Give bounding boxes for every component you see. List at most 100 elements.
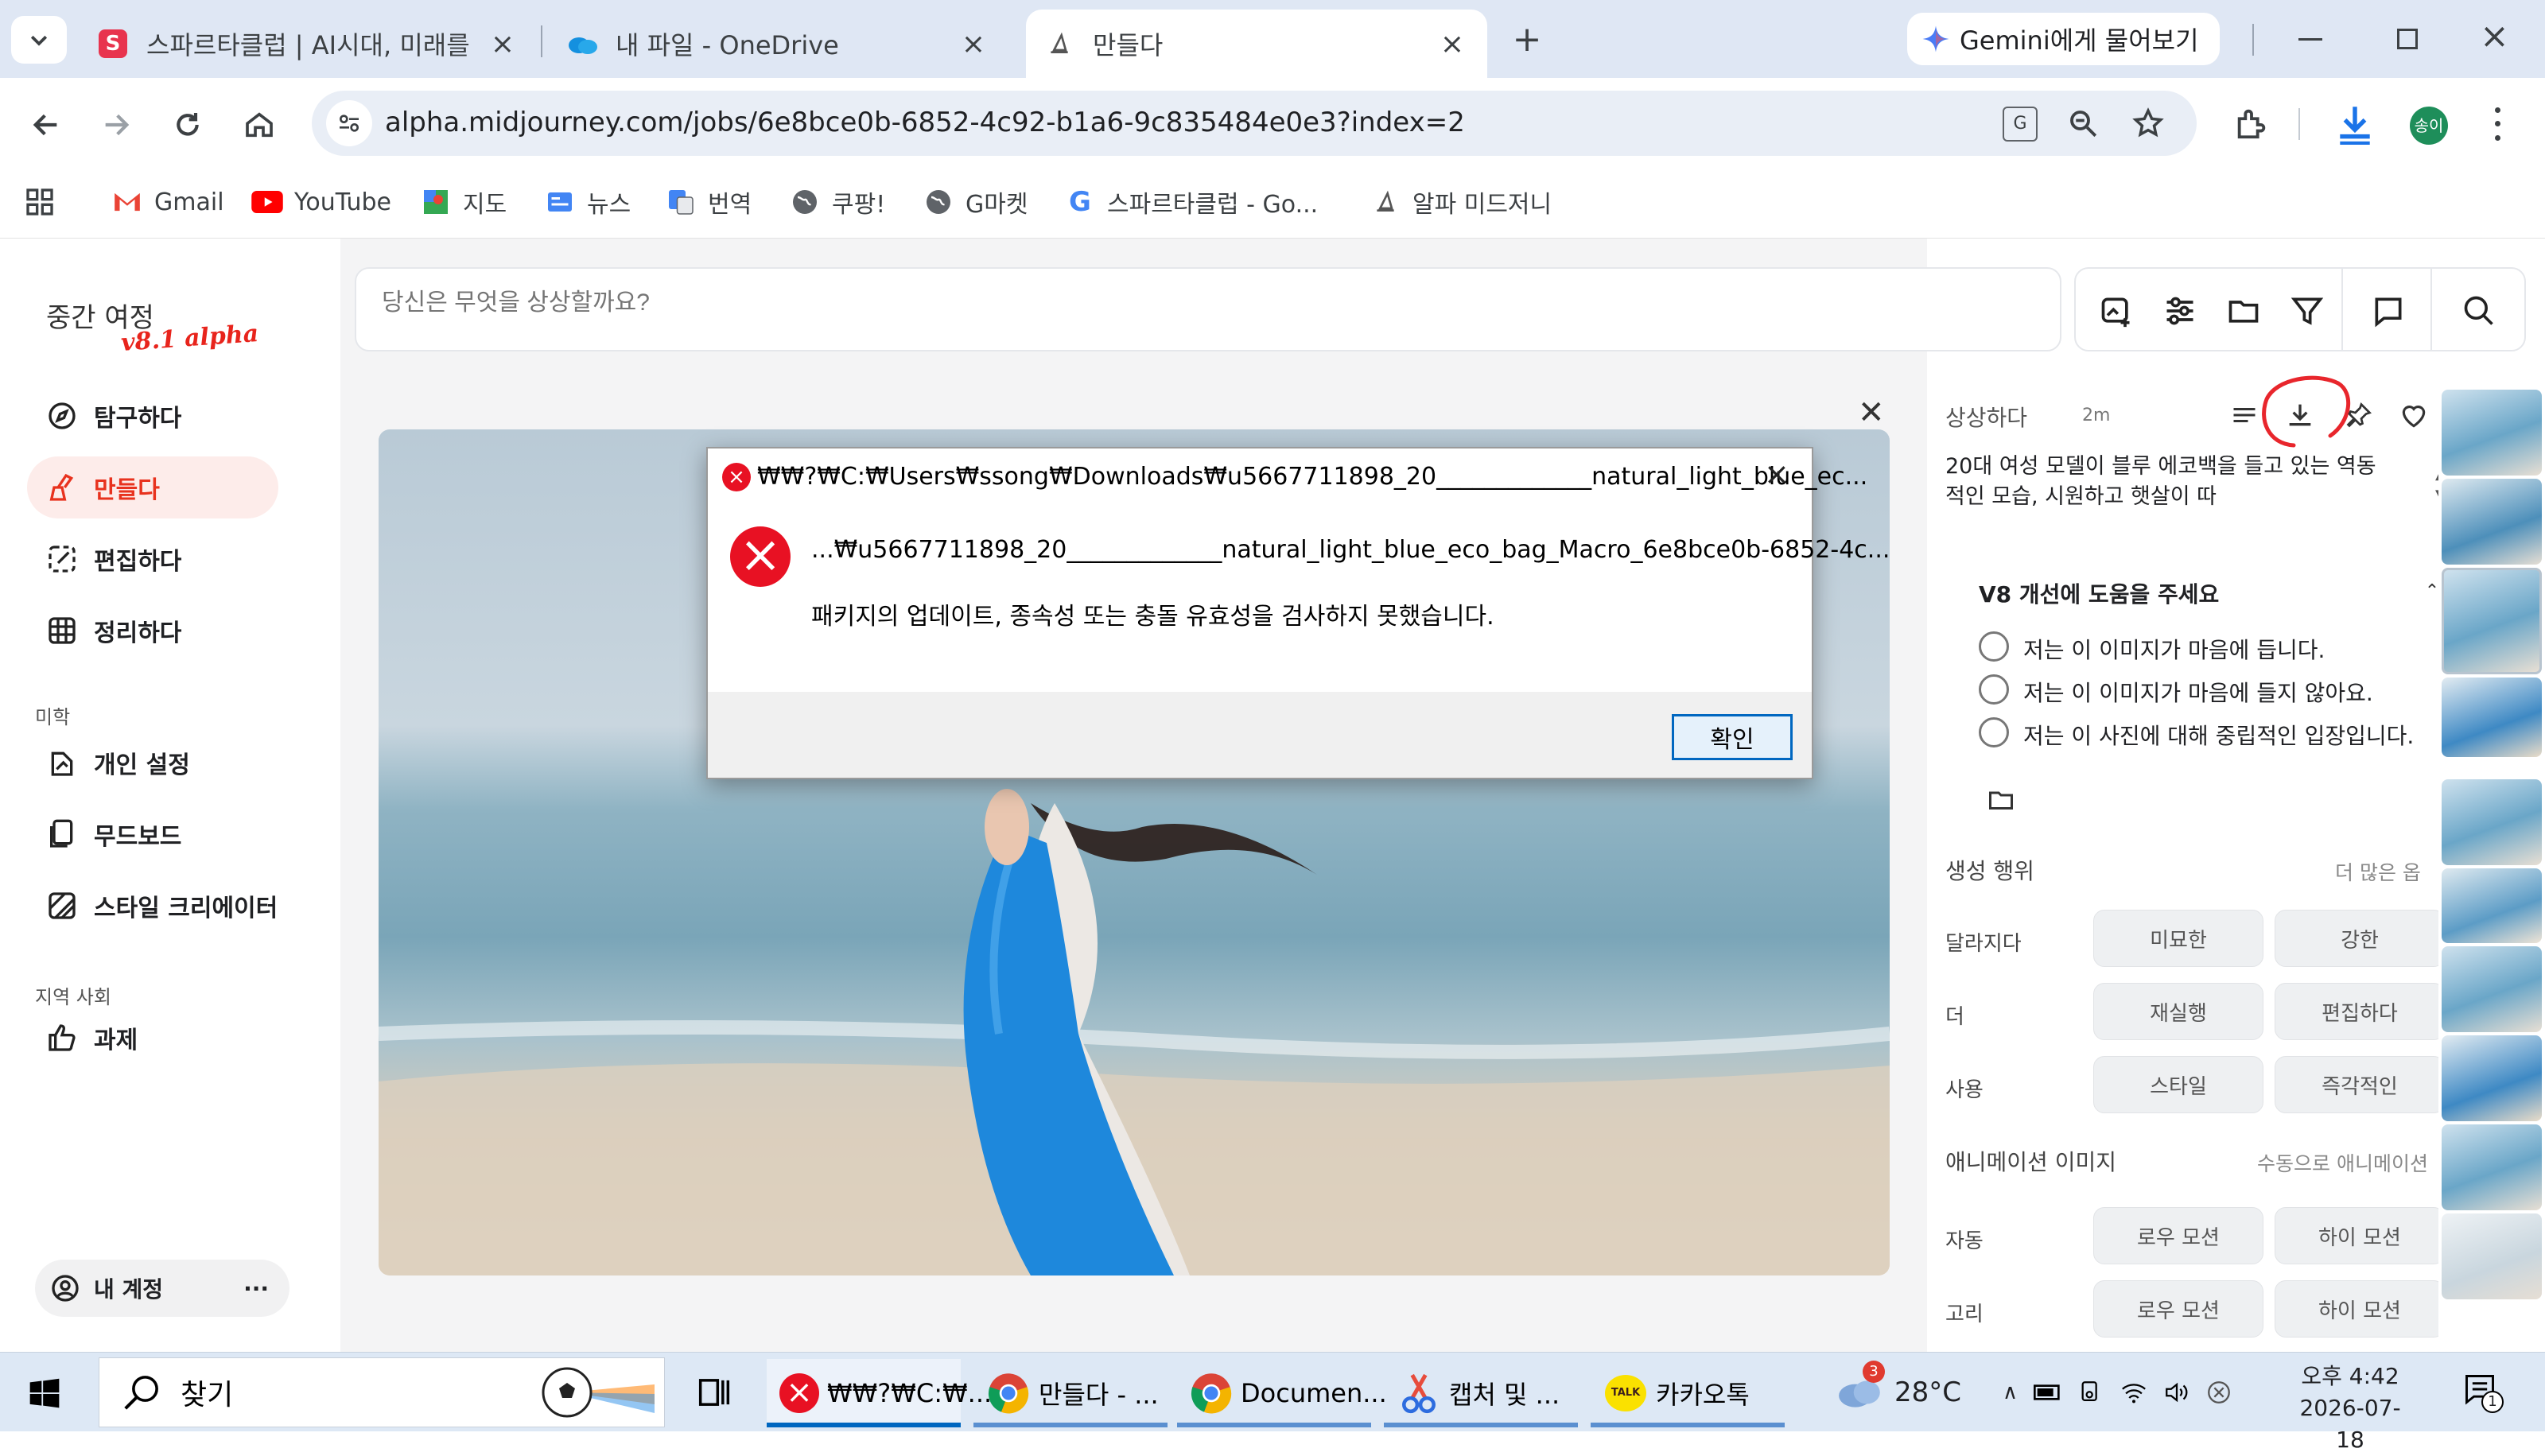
close-tab-icon[interactable]: × <box>958 28 989 60</box>
tab-midjourney[interactable]: 만들다 × <box>1026 10 1487 78</box>
nav-style-creator[interactable]: 스타일 크리에이터 <box>27 875 313 937</box>
close-tab-icon[interactable]: × <box>487 28 519 60</box>
tab-onedrive[interactable]: 내 파일 - OneDrive × <box>549 10 1008 78</box>
close-tab-icon[interactable]: × <box>1436 28 1468 60</box>
more-dots-icon[interactable]: ··· <box>243 1275 269 1302</box>
profile-avatar[interactable]: 송이 <box>2410 107 2448 145</box>
restore-button[interactable] <box>2397 29 2418 49</box>
bookmark-news[interactable]: 뉴스 <box>544 183 631 221</box>
home-button[interactable] <box>234 99 285 150</box>
url-text[interactable]: alpha.midjourney.com/jobs/6e8bce0b-6852-… <box>385 107 1465 138</box>
extensions-icon[interactable] <box>2233 105 2270 142</box>
apps-grid-icon[interactable] <box>24 186 56 218</box>
folder-button[interactable] <box>2222 289 2265 332</box>
radio-neutral[interactable] <box>1979 717 2009 747</box>
tab-search-button[interactable] <box>11 16 67 64</box>
dialog-message: 패키지의 업데이트, 종속성 또는 충돌 유효성을 검사하지 못했습니다. <box>811 603 1494 631</box>
nav-tasks[interactable]: 과제 <box>27 1007 278 1069</box>
thumbnail[interactable] <box>2442 1035 2542 1121</box>
start-button[interactable] <box>27 1376 62 1411</box>
bookmark-gmarket[interactable]: G마켓 <box>923 183 1028 221</box>
radio-like[interactable] <box>1979 631 2009 662</box>
thumbnail[interactable] <box>2442 946 2542 1032</box>
notification-button[interactable]: 1 <box>2462 1372 2504 1413</box>
zoom-icon[interactable] <box>2066 107 2100 140</box>
thumbnail[interactable] <box>2442 1124 2542 1210</box>
use-style-button[interactable]: 스타일 <box>2093 1056 2263 1113</box>
vary-strong-button[interactable]: 강한 <box>2275 910 2445 967</box>
task-view-icon[interactable] <box>694 1372 735 1413</box>
thumbnail[interactable] <box>2442 868 2542 943</box>
chat-button[interactable] <box>2367 289 2410 332</box>
account-button[interactable]: 내 계정 ··· <box>35 1260 289 1317</box>
nav-organize[interactable]: 정리하다 <box>27 600 278 662</box>
chevron-up-icon[interactable]: ∧ <box>2003 1380 2018 1404</box>
nav-explore[interactable]: 탐구하다 <box>27 385 278 447</box>
bookmark-spartaclub-google[interactable]: G 스파르타클럽 - Go... <box>1064 183 1318 221</box>
taskbar-chrome-document[interactable]: Documen... <box>1177 1359 1387 1427</box>
thumbnail[interactable] <box>2442 479 2542 565</box>
image-prompt-button[interactable] <box>2095 289 2138 332</box>
browser-menu-icon[interactable] <box>2489 103 2505 145</box>
thumbnail[interactable] <box>2442 678 2542 757</box>
site-info-button[interactable] <box>326 100 372 146</box>
prompt-input[interactable] <box>382 289 1893 316</box>
taskbar-chrome-midjourney[interactable]: 만들다 - ... <box>973 1359 1168 1427</box>
minimize-button[interactable] <box>2298 38 2322 41</box>
thumbnail[interactable] <box>2442 568 2542 674</box>
translate-icon[interactable]: G <box>2003 107 2038 142</box>
auto-high-motion-button[interactable]: 하이 모션 <box>2275 1207 2445 1264</box>
auto-low-motion-button[interactable]: 로우 모션 <box>2093 1207 2263 1264</box>
close-viewer-button[interactable]: ✕ <box>1858 394 1885 431</box>
dialog-close-button[interactable]: × <box>1764 456 1789 491</box>
bookmark-maps[interactable]: 지도 <box>420 183 507 221</box>
bookmark-youtube[interactable]: YouTube <box>251 183 391 221</box>
address-bar[interactable]: alpha.midjourney.com/jobs/6e8bce0b-6852-… <box>312 91 2197 156</box>
ok-button[interactable]: 확인 <box>1672 714 1793 760</box>
thumbnail[interactable] <box>2442 390 2542 476</box>
thumbnail[interactable] <box>2442 1213 2542 1299</box>
bookmark-gmail[interactable]: Gmail <box>111 183 224 221</box>
prompt-text[interactable]: 20대 여성 모델이 블루 에코백을 들고 있는 역동적인 모습, 시원하고 햇… <box>1945 452 2391 511</box>
forward-button[interactable] <box>91 99 142 150</box>
loop-low-motion-button[interactable]: 로우 모션 <box>2093 1280 2263 1338</box>
thumbnail[interactable] <box>2442 779 2542 865</box>
new-tab-button[interactable]: + <box>1505 17 1549 62</box>
download-icon[interactable] <box>2335 102 2375 145</box>
nav-moodboard[interactable]: 무드보드 <box>27 803 278 865</box>
vary-subtle-button[interactable]: 미묘한 <box>2093 910 2263 967</box>
bookmark-coupang[interactable]: 쿠팡! <box>789 183 885 221</box>
animate-manual-link[interactable]: 수동으로 애니메이션 <box>2257 1148 2428 1177</box>
weather-widget[interactable]: 3 28°C <box>1836 1361 1961 1423</box>
filter-button[interactable] <box>2286 289 2329 332</box>
tab-spartaclub[interactable]: S 스파르타클럽 | AI시대, 미래를 × <box>80 10 538 78</box>
taskbar-kakaotalk[interactable]: TALK 카카오톡 <box>1591 1359 1785 1427</box>
clock[interactable]: 오후 4:42 2026-07-18 <box>2290 1361 2410 1456</box>
rerun-button[interactable]: 재실행 <box>2093 983 2263 1040</box>
nav-personalize[interactable]: 개인 설정 <box>27 732 278 794</box>
radio-dislike[interactable] <box>1979 674 2009 705</box>
prompt-bar[interactable] <box>355 267 2061 351</box>
settings-button[interactable] <box>2158 289 2201 332</box>
bookmark-star-icon[interactable] <box>2131 107 2165 140</box>
search-button[interactable] <box>2458 289 2500 332</box>
taskbar-error-window[interactable]: × ₩₩?₩C:₩... <box>767 1359 992 1427</box>
creation-more-link[interactable]: 더 많은 옵 <box>2335 857 2421 886</box>
bookmark-translate[interactable]: 번역 <box>665 183 752 221</box>
nav-edit[interactable]: 편집하다 <box>27 528 278 590</box>
bookmark-midjourney[interactable]: 알파 미드저니 <box>1370 183 1552 221</box>
volume-icon <box>2166 1382 2188 1403</box>
nav-create[interactable]: 만들다 <box>27 456 278 518</box>
use-prompt-button[interactable]: 즉각적인 <box>2275 1056 2445 1113</box>
pin-icon[interactable] <box>2345 401 2373 429</box>
gemini-button[interactable]: Gemini에게 물어보기 <box>1907 13 2220 65</box>
back-button[interactable] <box>21 99 72 150</box>
taskbar-search[interactable]: 찾기 <box>99 1357 665 1427</box>
reload-button[interactable] <box>162 99 213 150</box>
close-window-button[interactable]: × <box>2480 16 2509 56</box>
heart-icon[interactable] <box>2399 401 2429 431</box>
taskbar-snipping-tool[interactable]: 캡처 및 ... <box>1384 1359 1578 1427</box>
loop-high-motion-button[interactable]: 하이 모션 <box>2275 1280 2445 1338</box>
folder-icon[interactable] <box>1987 786 2015 814</box>
edit-button[interactable]: 편집하다 <box>2275 983 2445 1040</box>
